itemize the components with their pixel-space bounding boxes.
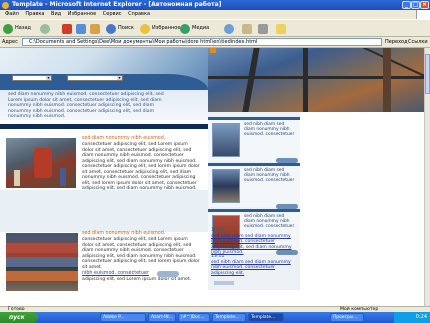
- forward-arrow-icon: [40, 23, 50, 34]
- window-title-bar: Template - Microsoft Internet Explorer -…: [0, 0, 430, 10]
- search-button[interactable]: Поиск: [106, 22, 134, 35]
- block1-text: consectetuer adipiscing elit, sed Lorem …: [82, 142, 200, 197]
- forward-button[interactable]: [40, 22, 50, 35]
- close-button[interactable]: ×: [420, 1, 429, 9]
- news-item-2[interactable]: sed nibh diam sed diam nonummy nibh euis…: [208, 163, 300, 209]
- construction-photo: [6, 138, 76, 188]
- stop-icon: [62, 23, 72, 34]
- window-title: Template - Microsoft Internet Explorer -…: [12, 1, 222, 8]
- menu-view[interactable]: Вид: [51, 11, 61, 17]
- clock: 0:24: [415, 314, 427, 320]
- links-button[interactable]: Ссылки: [408, 37, 428, 48]
- section-bar: [0, 124, 208, 129]
- toolbar: Назад Поиск Избранное Медиа: [0, 19, 430, 37]
- mail-icon: [242, 23, 252, 34]
- home-icon: [90, 23, 100, 34]
- vertical-scrollbar[interactable]: [424, 48, 430, 306]
- go-button[interactable]: Переход: [385, 37, 408, 48]
- search-icon: [106, 23, 116, 34]
- menu-file[interactable]: Файл: [5, 11, 19, 17]
- block2-text2: adipiscing elit, sed Lorem ipsum dolor s…: [82, 277, 192, 282]
- menu-favorites[interactable]: Избранное: [68, 11, 96, 17]
- windows-logo-icon: [416, 10, 430, 19]
- news-link-2[interactable]: sed nibh diam sed diam nonummy nibh euis…: [211, 260, 299, 276]
- select-box-2[interactable]: ▾: [67, 75, 123, 81]
- home-button[interactable]: [90, 22, 100, 35]
- news-footer-bar: [214, 281, 234, 285]
- news-link-1[interactable]: sed nibh diam sed diam nonummy nibh euis…: [211, 234, 299, 256]
- address-label: Адрес: [2, 39, 18, 45]
- ie-logo-icon: [2, 2, 9, 9]
- news-thumbnail-1: [212, 123, 240, 157]
- scrollbar-thumb[interactable]: [425, 54, 430, 94]
- history-icon: [224, 23, 234, 34]
- refresh-button[interactable]: [76, 22, 86, 35]
- star-icon: [140, 23, 150, 34]
- task-button-4[interactable]: Template...: [212, 313, 246, 322]
- block2-text: consectetuer adipiscing elit, sed Lorem …: [82, 237, 200, 270]
- news-date-1: 19.02: [211, 228, 225, 233]
- task-button-1[interactable]: Adobe P...: [100, 313, 146, 322]
- print-button[interactable]: [258, 22, 268, 35]
- address-bar: Адрес C:\Documents and Settings\Dee\Мои …: [0, 37, 430, 48]
- task-button-5[interactable]: Template...: [248, 313, 284, 322]
- chevron-down-icon: ▾: [117, 75, 122, 80]
- maximize-button[interactable]: □: [411, 1, 420, 9]
- minimize-button[interactable]: _: [402, 1, 411, 9]
- news-thumbnail-2: [212, 169, 240, 203]
- back-arrow-icon: [3, 23, 13, 34]
- folder-icon: [276, 23, 286, 34]
- address-input[interactable]: C:\Documents and Settings\Dee\Мои докуме…: [22, 38, 382, 46]
- block2-title[interactable]: sed diam nonummy nibh euismod.: [82, 231, 200, 237]
- media-button[interactable]: Медиа: [180, 22, 209, 35]
- intro-text: sed diam nonummy nibh euismod. consectet…: [8, 92, 164, 120]
- history-button[interactable]: [224, 22, 234, 35]
- favorites-button[interactable]: Избранное: [140, 22, 180, 35]
- header-photo: [208, 48, 424, 112]
- select-box-1[interactable]: ▾: [12, 75, 52, 81]
- task-button-3[interactable]: [#^]Doc...: [178, 313, 210, 322]
- start-button[interactable]: пуск: [0, 312, 38, 323]
- divider-band: [0, 190, 210, 232]
- back-button[interactable]: Назад: [3, 22, 31, 35]
- refresh-icon: [76, 23, 86, 34]
- menu-tools[interactable]: Сервис: [103, 11, 122, 17]
- menu-help[interactable]: Справка: [128, 11, 150, 17]
- chevron-down-icon: ▾: [46, 75, 51, 80]
- web-page: ▾ ▾ sed diam nonummy nibh euismod. conse…: [0, 48, 424, 306]
- containers-photo: [6, 233, 78, 291]
- news-date-2: 19.02: [211, 254, 225, 259]
- task-button-2[interactable]: Azart-IN...: [148, 313, 176, 322]
- news-item-1[interactable]: sed nibh diam sed diam nonummy nibh euis…: [208, 117, 300, 163]
- print-icon: [258, 23, 268, 34]
- folder-button[interactable]: [276, 22, 286, 35]
- read-more-button[interactable]: [157, 271, 179, 277]
- stop-button[interactable]: [62, 22, 72, 35]
- header-accent: [210, 48, 216, 53]
- menu-bar: Файл Правка Вид Избранное Сервис Справка: [0, 10, 430, 19]
- mail-button[interactable]: [242, 22, 252, 35]
- task-button-6[interactable]: Проигры...: [330, 313, 364, 322]
- menu-edit[interactable]: Правка: [25, 11, 44, 17]
- media-icon: [180, 23, 190, 34]
- taskbar: пуск Adobe P... Azart-IN... [#^]Doc... T…: [0, 312, 430, 323]
- block1-title[interactable]: sed diam nonummy nibh euismod.: [82, 136, 200, 142]
- system-tray: 0:24: [394, 312, 430, 323]
